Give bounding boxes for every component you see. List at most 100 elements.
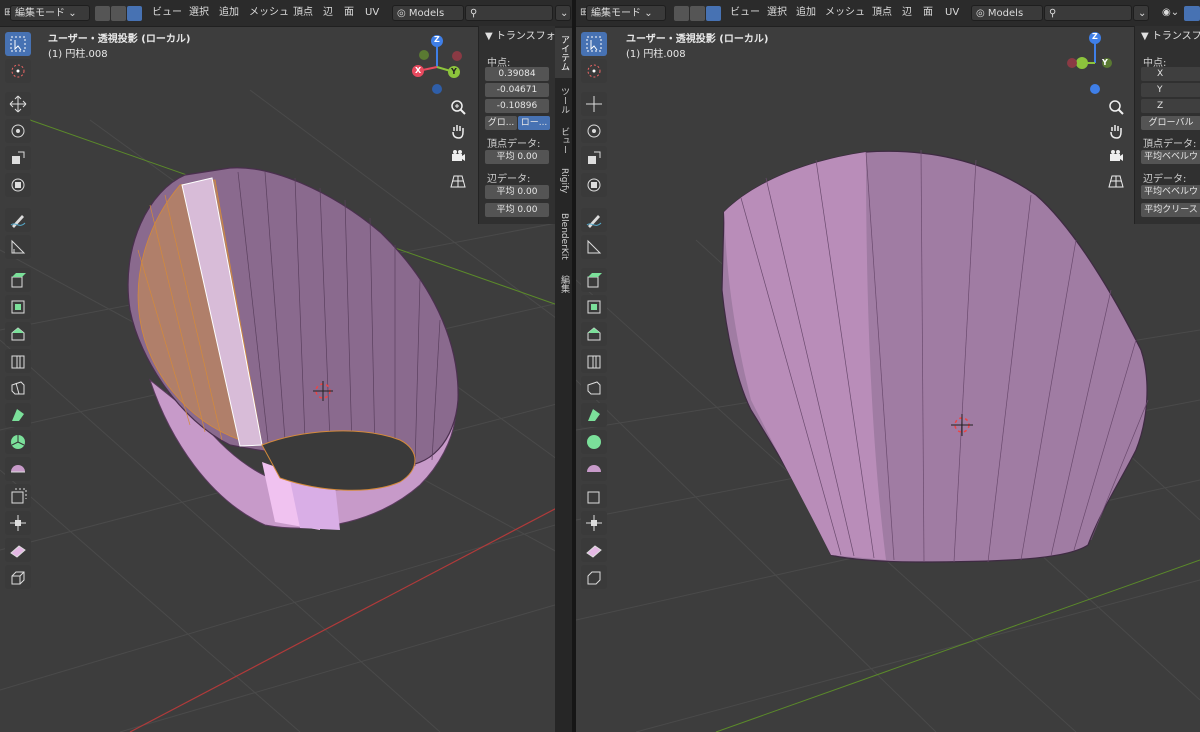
move-tool-icon[interactable]: [581, 92, 607, 116]
menu-select[interactable]: 選択: [764, 5, 790, 21]
loop-cut-tool-icon[interactable]: [581, 376, 607, 400]
rip-region-tool-icon[interactable]: [5, 565, 31, 589]
add-cube-tool-icon[interactable]: [581, 268, 607, 292]
pan-hand-icon[interactable]: [447, 120, 469, 142]
shear-tool-icon[interactable]: [581, 538, 607, 562]
select-box-tool-icon[interactable]: [581, 32, 607, 56]
measure-tool-icon[interactable]: [581, 235, 607, 259]
edge-slide-tool-icon[interactable]: [581, 484, 607, 508]
menu-add[interactable]: 追加: [216, 5, 242, 21]
edge-select-icon[interactable]: [690, 6, 705, 21]
transform-tool-icon[interactable]: [581, 173, 607, 197]
menu-view[interactable]: ビュー: [727, 5, 763, 21]
scale-tool-icon[interactable]: [581, 146, 607, 170]
vertex-select-icon[interactable]: [95, 6, 110, 21]
shrink-fatten-tool-icon[interactable]: [5, 511, 31, 535]
transform-panel-title[interactable]: ▼ トランスフォ: [479, 26, 556, 48]
menu-uv[interactable]: UV: [942, 5, 962, 21]
face-select-icon[interactable]: [127, 6, 142, 21]
menu-edge[interactable]: 辺: [320, 5, 336, 21]
menu-vertex[interactable]: 頂点: [869, 5, 895, 21]
collection-dropdown[interactable]: ◎ Models: [971, 5, 1043, 21]
extrude-region-tool-icon[interactable]: [5, 295, 31, 319]
knife-tool-icon[interactable]: [5, 403, 31, 427]
edge-select-icon[interactable]: [111, 6, 126, 21]
smooth-tool-icon[interactable]: [5, 457, 31, 481]
menu-vertex[interactable]: 頂点: [290, 5, 316, 21]
vertex-select-icon[interactable]: [674, 6, 689, 21]
mode-dropdown[interactable]: 編集モード ⌄: [10, 5, 90, 21]
collection-dropdown[interactable]: ◎ Models: [392, 5, 464, 21]
tab-edit[interactable]: 編集: [555, 270, 572, 298]
visibility-eye-icon[interactable]: ◉⌄: [1162, 5, 1179, 21]
edge-bevel-field[interactable]: 平均ベベルウ: [1141, 185, 1200, 199]
menu-mesh[interactable]: メッシュ: [822, 5, 868, 21]
median-z-field[interactable]: Z: [1141, 99, 1200, 113]
space-global-button[interactable]: グローバル: [1141, 116, 1200, 130]
search-input[interactable]: ⚲: [1044, 5, 1132, 21]
extrude-region-tool-icon[interactable]: [581, 295, 607, 319]
menu-edge[interactable]: 辺: [899, 5, 915, 21]
tab-blenderkit[interactable]: BlenderKit: [555, 204, 572, 268]
inset-faces-tool-icon[interactable]: [5, 322, 31, 346]
annotate-tool-icon[interactable]: [581, 208, 607, 232]
edge-crease-field[interactable]: 平均クリース: [1141, 203, 1200, 217]
cursor-tool-icon[interactable]: [5, 59, 31, 83]
right-viewport[interactable]: Z Y ⊞ 編集モード ⌄ ビュー 選択 追加 メッシュ 頂点 辺 面 UV ◎…: [576, 0, 1200, 732]
menu-add[interactable]: 追加: [793, 5, 819, 21]
rotate-tool-icon[interactable]: [581, 119, 607, 143]
menu-select[interactable]: 選択: [186, 5, 212, 21]
bevel-tool-icon[interactable]: [581, 349, 607, 373]
median-z-field[interactable]: -0.10896: [485, 99, 549, 113]
shear-tool-icon[interactable]: [5, 538, 31, 562]
tab-rigify[interactable]: Rigify: [555, 160, 572, 202]
menu-uv[interactable]: UV: [362, 5, 382, 21]
spin-tool-icon[interactable]: [581, 430, 607, 454]
measure-tool-icon[interactable]: [5, 235, 31, 259]
perspective-grid-icon[interactable]: [447, 170, 469, 192]
perspective-grid-icon[interactable]: [1105, 170, 1127, 192]
bevel-tool-icon[interactable]: [5, 349, 31, 373]
select-box-tool-icon[interactable]: [5, 32, 31, 56]
move-tool-icon[interactable]: [5, 92, 31, 116]
space-global-button[interactable]: グロ...: [485, 116, 517, 130]
mode-dropdown[interactable]: 編集モード ⌄: [586, 5, 666, 21]
rip-region-tool-icon[interactable]: [581, 565, 607, 589]
smooth-tool-icon[interactable]: [581, 457, 607, 481]
vertex-bevel-field[interactable]: 平均 0.00: [485, 150, 549, 164]
add-cube-tool-icon[interactable]: [5, 268, 31, 292]
menu-view[interactable]: ビュー: [149, 5, 185, 21]
cursor-tool-icon[interactable]: [581, 59, 607, 83]
edge-bevel-field[interactable]: 平均 0.00: [485, 185, 549, 199]
vertex-bevel-field[interactable]: 平均ベベルウ: [1141, 150, 1200, 164]
space-local-button[interactable]: ロー...: [518, 116, 550, 130]
menu-face[interactable]: 面: [341, 5, 357, 21]
face-select-icon[interactable]: [706, 6, 721, 21]
rotate-tool-icon[interactable]: [5, 119, 31, 143]
menu-mesh[interactable]: メッシュ: [246, 5, 292, 21]
inset-faces-tool-icon[interactable]: [581, 322, 607, 346]
camera-icon[interactable]: [447, 145, 469, 167]
median-x-field[interactable]: X: [1141, 67, 1200, 81]
zoom-icon[interactable]: [1105, 96, 1127, 118]
median-y-field[interactable]: -0.04671: [485, 83, 549, 97]
loop-cut-tool-icon[interactable]: [5, 376, 31, 400]
camera-icon[interactable]: [1105, 145, 1127, 167]
options-dropdown[interactable]: ⌄: [555, 5, 571, 21]
pan-hand-icon[interactable]: [1105, 120, 1127, 142]
spin-tool-icon[interactable]: [5, 430, 31, 454]
options-dropdown[interactable]: ⌄: [1133, 5, 1149, 21]
tab-item[interactable]: アイテム: [555, 28, 572, 78]
transform-panel-title[interactable]: ▼ トランスフォ: [1135, 26, 1200, 48]
median-x-field[interactable]: 0.39084: [485, 67, 549, 81]
left-viewport[interactable]: Z X Y ⊞ 編集モード ⌄ ビュー 選択 追加 メッシュ 頂点 辺 面 UV…: [0, 0, 572, 732]
annotate-tool-icon[interactable]: [5, 208, 31, 232]
knife-tool-icon[interactable]: [581, 403, 607, 427]
tab-tool[interactable]: ツール: [555, 80, 572, 120]
scale-tool-icon[interactable]: [5, 146, 31, 170]
edge-slide-tool-icon[interactable]: [5, 484, 31, 508]
zoom-icon[interactable]: [447, 96, 469, 118]
search-input[interactable]: ⚲: [465, 5, 553, 21]
transform-tool-icon[interactable]: [5, 173, 31, 197]
shrink-fatten-tool-icon[interactable]: [581, 511, 607, 535]
